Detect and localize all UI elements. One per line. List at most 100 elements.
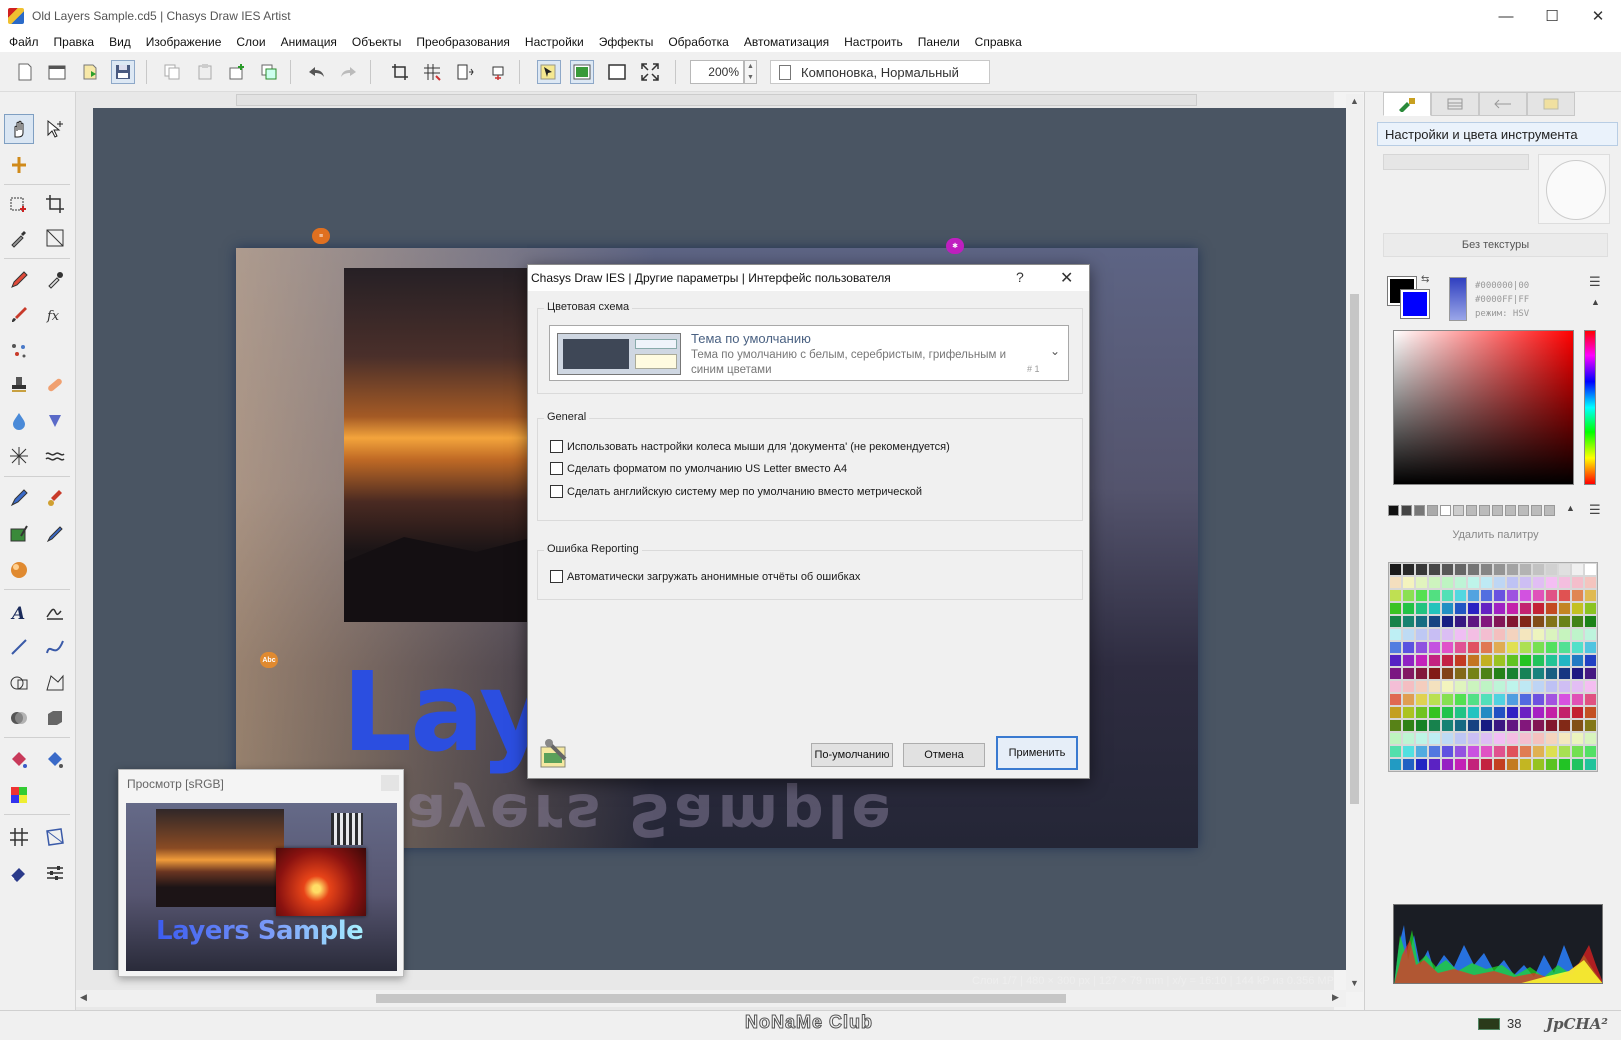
palette-swatch[interactable]: [1506, 745, 1519, 758]
palette-swatch[interactable]: [1506, 680, 1519, 693]
palette-swatch[interactable]: [1545, 693, 1558, 706]
gradient-fill-icon[interactable]: [40, 745, 70, 775]
palette-swatch[interactable]: [1558, 628, 1571, 641]
palette-swatch[interactable]: [1493, 693, 1506, 706]
palette-swatch[interactable]: [1389, 732, 1402, 745]
crop-tool-icon[interactable]: [40, 189, 70, 219]
palette-swatch[interactable]: [1389, 563, 1402, 576]
palette-swatch[interactable]: [1441, 706, 1454, 719]
palette-swatch[interactable]: [1506, 563, 1519, 576]
palette-swatch[interactable]: [1467, 602, 1480, 615]
bandage-icon[interactable]: [40, 370, 70, 400]
palette-swatch[interactable]: [1428, 706, 1441, 719]
apply-button[interactable]: Применить: [996, 736, 1078, 770]
palette-swatch[interactable]: [1558, 745, 1571, 758]
palette-swatch[interactable]: [1584, 615, 1597, 628]
palette-swatch[interactable]: [1571, 680, 1584, 693]
palette-swatch[interactable]: [1571, 719, 1584, 732]
palette-swatch[interactable]: [1558, 589, 1571, 602]
palette-swatch[interactable]: [1545, 589, 1558, 602]
palette-swatch[interactable]: [1441, 576, 1454, 589]
palette-swatch[interactable]: [1532, 667, 1545, 680]
preview-image[interactable]: Layers Sample: [126, 803, 397, 971]
palette-swatch[interactable]: [1584, 680, 1597, 693]
palette-swatch[interactable]: [1584, 641, 1597, 654]
palette-swatch[interactable]: [1415, 641, 1428, 654]
palette-swatch[interactable]: [1545, 615, 1558, 628]
palette-swatch[interactable]: [1467, 745, 1480, 758]
palette-swatch[interactable]: [1415, 693, 1428, 706]
palette-swatch[interactable]: [1584, 706, 1597, 719]
palette-swatch[interactable]: [1467, 589, 1480, 602]
select-tool-icon[interactable]: [537, 60, 561, 84]
palette-swatch[interactable]: [1493, 732, 1506, 745]
color-picker-icon[interactable]: [40, 265, 70, 295]
signature-icon[interactable]: [40, 597, 70, 627]
eraser-icon[interactable]: [4, 858, 34, 888]
palette-swatch[interactable]: [1441, 628, 1454, 641]
palette-swatch[interactable]: [1454, 589, 1467, 602]
palette-swatch[interactable]: [1493, 628, 1506, 641]
palette-swatch[interactable]: [1389, 628, 1402, 641]
us-letter-option[interactable]: Сделать форматом по умолчанию US Letter …: [550, 462, 847, 475]
palette-swatch[interactable]: [1506, 693, 1519, 706]
palette-swatch[interactable]: [1558, 667, 1571, 680]
palette-swatch[interactable]: [1506, 602, 1519, 615]
palette-swatch[interactable]: [1389, 654, 1402, 667]
palette-swatch[interactable]: [1545, 719, 1558, 732]
compose-mode-field[interactable]: Компоновка, Нормальный: [770, 60, 990, 84]
menu-process[interactable]: Обработка: [661, 35, 737, 49]
palette-swatch[interactable]: [1532, 641, 1545, 654]
tab-history[interactable]: [1479, 92, 1527, 116]
us-letter-checkbox[interactable]: [550, 462, 563, 475]
palette-swatch[interactable]: [1532, 589, 1545, 602]
color-palette[interactable]: [1388, 562, 1598, 772]
zoom-stepper[interactable]: ▲ ▼: [744, 60, 757, 84]
palette-swatch[interactable]: [1519, 693, 1532, 706]
palette-swatch[interactable]: [1584, 602, 1597, 615]
cancel-button[interactable]: Отмена: [903, 743, 985, 767]
fullscreen-icon[interactable]: [638, 60, 662, 84]
palette-swatch[interactable]: [1480, 589, 1493, 602]
scatter-icon[interactable]: [4, 336, 34, 366]
palette-swatch[interactable]: [1584, 589, 1597, 602]
palette-swatch[interactable]: [1493, 667, 1506, 680]
palette-swatch[interactable]: [1493, 641, 1506, 654]
palette-swatch[interactable]: [1428, 641, 1441, 654]
palette-swatch[interactable]: [1454, 654, 1467, 667]
error-upload-option[interactable]: Автоматически загружать анонимные отчёты…: [550, 570, 860, 583]
palette-swatch[interactable]: [1519, 602, 1532, 615]
menu-image[interactable]: Изображение: [139, 35, 230, 49]
dialog-close-button[interactable]: ✕: [1060, 268, 1073, 288]
horizontal-ruler[interactable]: [236, 94, 1197, 106]
brush-icon[interactable]: [4, 300, 34, 330]
palette-swatch[interactable]: [1402, 654, 1415, 667]
minimize-button[interactable]: —: [1483, 0, 1529, 32]
palette-swatch[interactable]: [1545, 576, 1558, 589]
paint-bucket-icon[interactable]: [40, 483, 70, 513]
palette-swatch[interactable]: [1389, 589, 1402, 602]
palette-swatch[interactable]: [1428, 758, 1441, 771]
preview-close-button[interactable]: [381, 775, 399, 791]
palette-swatch[interactable]: [1415, 576, 1428, 589]
palette-swatch[interactable]: [1545, 706, 1558, 719]
palette-swatch[interactable]: [1480, 615, 1493, 628]
palette-swatch[interactable]: [1545, 628, 1558, 641]
hamburger-menu-icon[interactable]: ☰: [1589, 274, 1601, 290]
palette-swatch[interactable]: [1480, 602, 1493, 615]
menu-automation[interactable]: Автоматизация: [737, 35, 837, 49]
palette-swatch[interactable]: [1545, 758, 1558, 771]
transform-tool-icon[interactable]: [40, 223, 70, 253]
palette-swatch[interactable]: [1454, 706, 1467, 719]
palette-swatch[interactable]: [1480, 667, 1493, 680]
palette-swatch[interactable]: [1532, 680, 1545, 693]
transform-icon[interactable]: [486, 60, 510, 84]
palette-swatch[interactable]: [1402, 706, 1415, 719]
palette-swatch[interactable]: [1428, 732, 1441, 745]
palette-swatch[interactable]: [1584, 693, 1597, 706]
palette-swatch[interactable]: [1467, 628, 1480, 641]
palette-swatch[interactable]: [1389, 641, 1402, 654]
palette-swatch[interactable]: [1467, 706, 1480, 719]
palette-swatch[interactable]: [1402, 732, 1415, 745]
vertical-scroll-thumb[interactable]: [1350, 294, 1359, 804]
